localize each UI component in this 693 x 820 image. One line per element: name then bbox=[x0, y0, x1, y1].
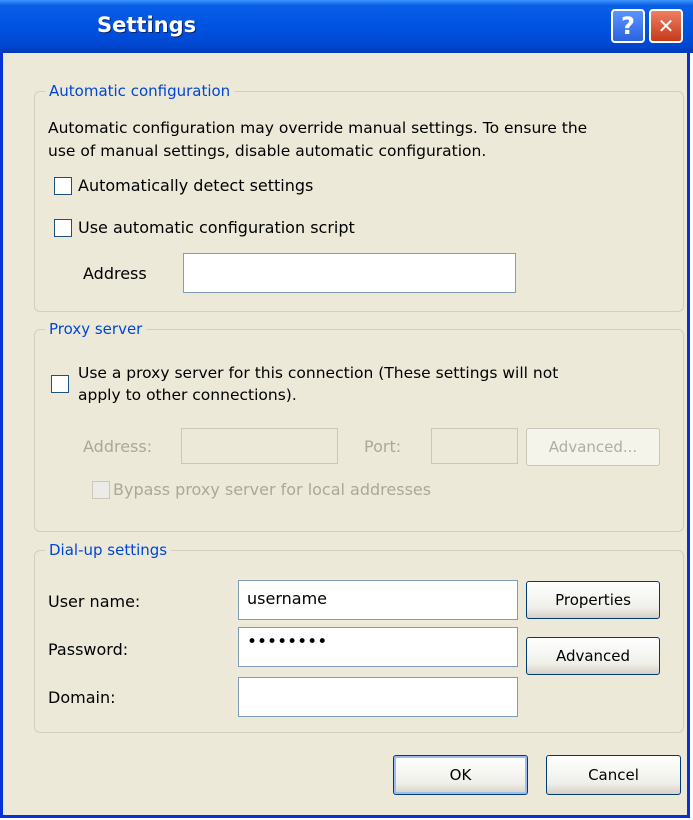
auto-detect-label[interactable]: Automatically detect settings bbox=[78, 176, 313, 195]
auto-config-script-label[interactable]: Use automatic configuration script bbox=[78, 218, 355, 237]
close-button[interactable]: ✕ bbox=[649, 9, 683, 43]
proxy-server-legend: Proxy server bbox=[49, 320, 143, 338]
cancel-button[interactable]: Cancel bbox=[546, 755, 681, 795]
domain-label: Domain: bbox=[48, 688, 116, 707]
dialup-advanced-button[interactable]: Advanced bbox=[526, 637, 660, 675]
domain-field[interactable] bbox=[238, 677, 518, 717]
proxy-advanced-button[interactable]: Advanced... bbox=[526, 428, 660, 466]
password-field[interactable]: •••••••• bbox=[238, 627, 518, 667]
use-proxy-label-line2[interactable]: apply to other connections). bbox=[78, 386, 297, 404]
title-bar[interactable]: Settings ? ✕ bbox=[0, 0, 693, 53]
dialup-settings-legend: Dial-up settings bbox=[49, 541, 168, 559]
automatic-configuration-legend: Automatic configuration bbox=[49, 82, 231, 100]
use-proxy-checkbox[interactable] bbox=[51, 375, 69, 393]
username-field[interactable]: username bbox=[238, 580, 518, 620]
password-label: Password: bbox=[48, 640, 129, 659]
help-button[interactable]: ? bbox=[611, 9, 645, 43]
auto-config-address-field[interactable] bbox=[183, 253, 516, 293]
proxy-address-field[interactable] bbox=[181, 428, 338, 464]
use-proxy-label-line1[interactable]: Use a proxy server for this connection (… bbox=[78, 364, 558, 382]
auto-config-description-line2: use of manual settings, disable automati… bbox=[48, 142, 487, 160]
proxy-port-field[interactable] bbox=[431, 428, 518, 464]
proxy-address-label: Address: bbox=[83, 437, 153, 456]
proxy-port-label: Port: bbox=[364, 437, 402, 456]
auto-config-script-checkbox[interactable] bbox=[54, 219, 72, 237]
dialog-title: Settings bbox=[97, 13, 197, 37]
ok-button[interactable]: OK bbox=[393, 755, 528, 795]
auto-detect-checkbox[interactable] bbox=[54, 177, 72, 195]
properties-button[interactable]: Properties bbox=[526, 581, 660, 619]
bypass-local-checkbox[interactable] bbox=[92, 481, 110, 499]
username-label: User name: bbox=[48, 592, 141, 611]
close-icon: ✕ bbox=[657, 14, 675, 38]
auto-config-description-line1: Automatic configuration may override man… bbox=[48, 119, 588, 137]
help-icon: ? bbox=[621, 12, 635, 40]
auto-config-address-label: Address bbox=[83, 264, 147, 283]
proxy-server-group: Proxy server bbox=[34, 320, 684, 532]
settings-dialog: Settings ? ✕ Automatic configuration Aut… bbox=[0, 0, 693, 818]
bypass-local-label[interactable]: Bypass proxy server for local addresses bbox=[113, 480, 431, 499]
